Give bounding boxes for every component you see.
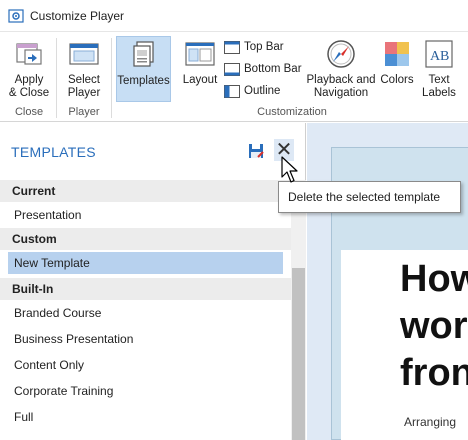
select-player-button[interactable]: Select Player — [62, 38, 106, 102]
compass-icon — [327, 40, 355, 68]
section-header-current: Current — [0, 180, 291, 202]
list-item[interactable]: Business Presentation — [0, 326, 291, 352]
outline-label: Outline — [244, 85, 281, 97]
list-item[interactable]: Corporate Training — [0, 378, 291, 404]
playback-navigation-label: Playback and Navigation — [306, 74, 376, 99]
group-label-close: Close — [14, 106, 44, 118]
section-header-built-in: Built-In — [0, 278, 291, 300]
templates-panel: TEMPLATES ✕ Current Presentation Custom … — [0, 123, 306, 440]
templates-panel-title: TEMPLATES — [11, 144, 96, 160]
scrollbar-thumb[interactable] — [292, 268, 305, 440]
group-separator — [111, 38, 112, 118]
apply-close-button[interactable]: Apply & Close — [6, 38, 52, 102]
templates-panel-header: TEMPLATES ✕ — [0, 123, 306, 179]
bottom-bar-label: Bottom Bar — [244, 63, 302, 75]
list-item[interactable]: Full — [0, 404, 291, 430]
top-bar-icon — [224, 40, 240, 54]
apply-close-label: Apply & Close — [8, 74, 50, 99]
group-label-customization: Customization — [257, 106, 327, 118]
window-title: Customize Player — [30, 8, 125, 23]
list-item[interactable]: Content Only — [0, 352, 291, 378]
slide-headline: How wor fron — [400, 258, 468, 394]
title-bar: Customize Player — [0, 0, 468, 32]
customize-player-icon — [8, 8, 24, 23]
colors-button[interactable]: Colors — [379, 38, 415, 102]
section-header-custom: Custom — [0, 228, 291, 250]
templates-icon — [132, 41, 154, 67]
layout-icon — [185, 42, 215, 66]
list-item[interactable]: Branded Course — [0, 300, 291, 326]
bottom-bar-icon — [224, 62, 240, 76]
tooltip: Delete the selected template — [278, 181, 461, 213]
group-separator — [56, 38, 57, 118]
scrollbar[interactable] — [291, 180, 306, 440]
templates-button[interactable]: Templates — [116, 36, 171, 102]
save-template-icon[interactable] — [248, 143, 264, 159]
layout-button[interactable]: Layout — [180, 38, 220, 102]
group-label-player: Player — [68, 106, 100, 118]
templates-list: Current Presentation Custom New Template… — [0, 180, 291, 430]
bottom-bar-button[interactable]: Bottom Bar — [224, 60, 302, 78]
colors-label: Colors — [380, 74, 414, 86]
layout-label: Layout — [182, 74, 218, 86]
outline-button[interactable]: Outline — [224, 82, 280, 100]
playback-navigation-button[interactable]: Playback and Navigation — [305, 38, 377, 102]
colors-icon — [385, 42, 409, 66]
top-bar-button[interactable]: Top Bar — [224, 38, 284, 56]
apply-close-icon — [16, 43, 42, 65]
text-labels-icon: A B — [425, 40, 453, 68]
ribbon: Apply & Close Select Player Templates La… — [0, 32, 468, 122]
player-window-icon — [69, 43, 99, 65]
svg-text:B: B — [440, 49, 449, 64]
top-bar-label: Top Bar — [244, 41, 284, 53]
text-labels-button[interactable]: A B Text Labels — [420, 38, 458, 102]
slide-subtitle: Arranging — [404, 415, 457, 429]
text-labels-label: Text Labels — [422, 74, 456, 99]
templates-label: Templates — [117, 75, 170, 87]
list-item[interactable]: Presentation — [0, 202, 291, 228]
list-item-selected[interactable]: New Template — [8, 252, 283, 274]
select-player-label: Select Player — [67, 74, 101, 99]
mouse-cursor-icon — [281, 156, 298, 183]
selected-row-wrapper: New Template — [0, 252, 291, 278]
outline-icon — [224, 84, 240, 98]
